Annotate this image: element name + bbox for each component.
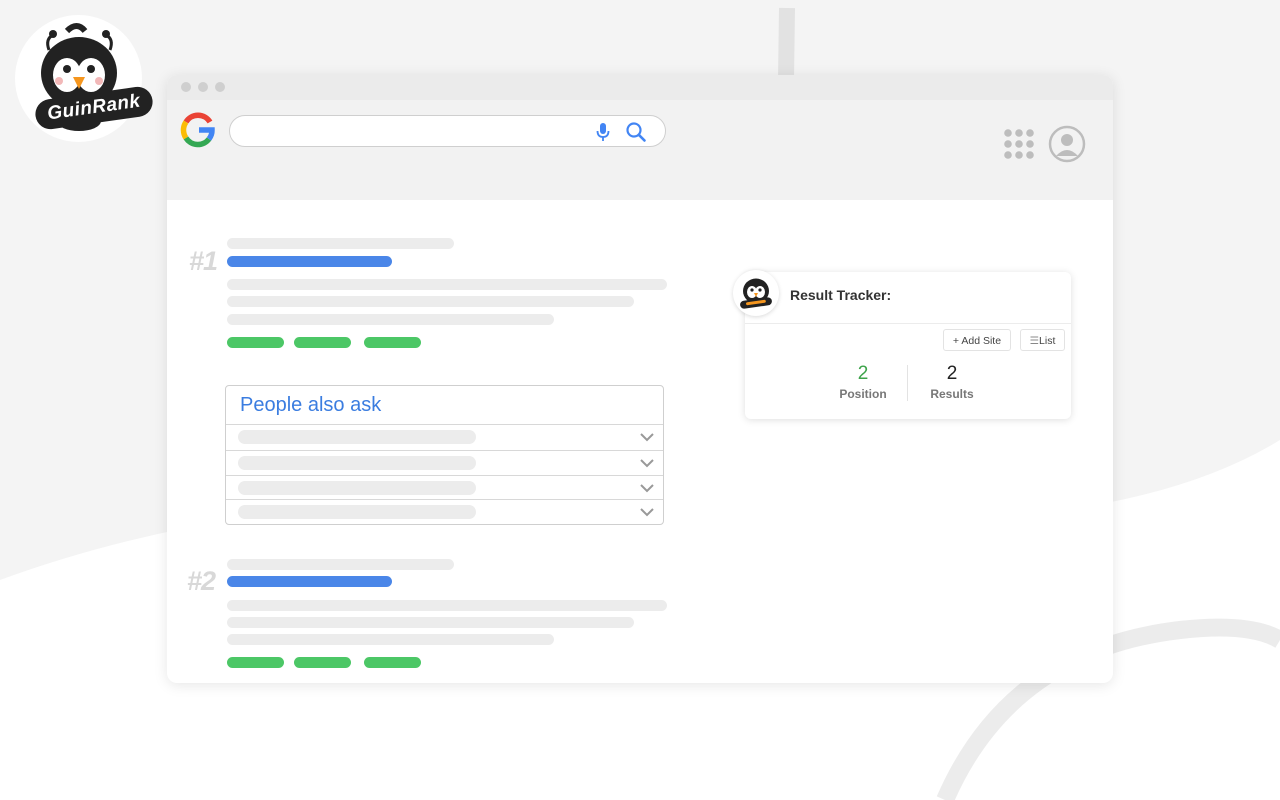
result-title-link[interactable]: [227, 576, 392, 587]
window-dot-2[interactable]: [198, 82, 208, 92]
search-icon[interactable]: [625, 121, 647, 143]
list-icon: ☰: [1029, 335, 1040, 347]
account-icon[interactable]: [1048, 125, 1086, 163]
people-also-ask-title: People also ask: [240, 394, 382, 416]
result-snippet-line: [227, 634, 554, 645]
browser-window: #1 People also ask #2 Result Tracker: + …: [167, 75, 1113, 683]
paa-question-row[interactable]: [226, 424, 663, 449]
search-input[interactable]: [240, 120, 584, 144]
google-logo-icon: [180, 112, 215, 148]
paa-question-placeholder: [238, 456, 476, 470]
results-count-value: 2: [946, 363, 958, 384]
result-snippet-line: [227, 279, 667, 290]
result-rank-1: #1: [189, 246, 218, 276]
window-dot-1[interactable]: [181, 82, 191, 92]
result-tracker-card: Result Tracker: + Add Site ☰List 2 Posit…: [733, 270, 1071, 419]
paa-question-placeholder: [238, 481, 476, 495]
penguin-icon: [740, 278, 772, 309]
sitelink-placeholder[interactable]: [227, 337, 284, 348]
people-also-ask-box: People also ask: [225, 385, 664, 525]
chevron-down-icon[interactable]: [640, 458, 654, 468]
result-snippet-line: [227, 600, 667, 611]
position-label: Position: [839, 387, 887, 401]
results-count-label: Results: [930, 387, 974, 401]
sitelink-placeholder[interactable]: [364, 337, 421, 348]
search-header: [167, 100, 1113, 200]
result-snippet-line: [227, 296, 634, 307]
guinrank-logo: GuinRank: [15, 15, 155, 142]
tracker-logo: [733, 270, 779, 316]
chevron-down-icon[interactable]: [640, 483, 654, 493]
list-button[interactable]: ☰List: [1020, 329, 1065, 351]
search-bar[interactable]: [229, 115, 666, 147]
result-snippet-line: [227, 617, 634, 628]
paa-question-placeholder: [238, 505, 476, 519]
result-breadcrumb-placeholder: [227, 559, 454, 570]
chevron-down-icon[interactable]: [640, 432, 654, 442]
sitelink-placeholder[interactable]: [294, 657, 351, 668]
position-value: 2: [857, 363, 869, 384]
stat-divider: [907, 365, 908, 401]
paa-question-row[interactable]: [226, 450, 663, 475]
browser-titlebar: [167, 75, 1113, 100]
sitelink-placeholder[interactable]: [364, 657, 421, 668]
tracker-header: Result Tracker:: [733, 270, 1071, 324]
chevron-down-icon[interactable]: [640, 507, 654, 517]
paa-question-placeholder: [238, 430, 476, 444]
result-breadcrumb-placeholder: [227, 238, 454, 249]
microphone-icon[interactable]: [596, 122, 610, 142]
window-dot-3[interactable]: [215, 82, 225, 92]
paa-question-row[interactable]: [226, 475, 663, 500]
result-rank-2: #2: [187, 566, 216, 596]
tracker-title: Result Tracker:: [790, 287, 892, 303]
paa-question-row[interactable]: [226, 499, 663, 524]
apps-grid-icon[interactable]: [1003, 128, 1035, 160]
sitelink-placeholder[interactable]: [294, 337, 351, 348]
result-title-link[interactable]: [227, 256, 392, 267]
add-site-button[interactable]: + Add Site: [943, 329, 1011, 351]
result-snippet-line: [227, 314, 554, 325]
list-button-label: List: [1039, 335, 1056, 347]
sitelink-placeholder[interactable]: [227, 657, 284, 668]
